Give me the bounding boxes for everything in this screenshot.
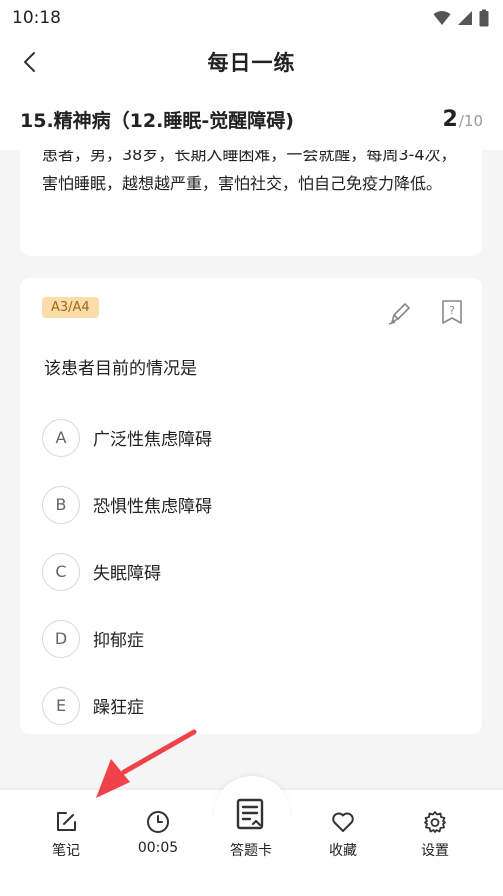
- option-text: 广泛性焦虑障碍: [93, 430, 212, 450]
- chapter-title: 15.精神病（12.睡眠-觉醒障碍): [20, 109, 294, 132]
- option-letter: E: [42, 686, 80, 725]
- option-text: 躁狂症: [93, 698, 144, 718]
- case-card: 患者，男，38岁，长期入睡困难，一会就醒，每周3-4次，害怕睡眠，越想越严重，害…: [20, 150, 482, 256]
- question-type-badge: A3/A4: [42, 297, 99, 318]
- option-letter: C: [42, 552, 80, 591]
- timer-button[interactable]: 00:05: [118, 810, 198, 856]
- note-button[interactable]: 笔记: [26, 810, 106, 860]
- option-text: 抑郁症: [93, 631, 144, 651]
- options-list: A 广泛性焦虑障碍 B 恐惧性焦虑障碍 C 失眠障碍 D 抑郁症 E 躁狂症: [42, 404, 462, 739]
- page-title: 每日一练: [207, 51, 296, 75]
- option-b[interactable]: B 恐惧性焦虑障碍: [42, 471, 462, 538]
- question-tools: ?: [386, 298, 466, 326]
- progress-current: 2: [442, 106, 458, 132]
- option-c[interactable]: C 失眠障碍: [42, 538, 462, 605]
- question-progress: 2 /10: [443, 107, 483, 132]
- answer-sheet-icon: [236, 798, 264, 830]
- annotate-button[interactable]: [386, 298, 414, 326]
- option-letter: B: [42, 485, 80, 524]
- battery-icon: [479, 9, 489, 27]
- status-time: 10:18: [12, 8, 61, 28]
- option-letter: D: [42, 619, 80, 658]
- edit-note-icon: [57, 812, 76, 831]
- settings-button[interactable]: 设置: [395, 810, 475, 860]
- option-letter: A: [42, 418, 80, 457]
- case-description: 患者，男，38岁，长期入睡困难，一会就醒，每周3-4次，害怕睡眠，越想越严重，害…: [42, 150, 457, 193]
- svg-text:?: ?: [449, 304, 455, 317]
- favorite-button[interactable]: 收藏: [303, 810, 383, 860]
- progress-total: /10: [458, 111, 483, 130]
- option-e[interactable]: E 躁狂症: [42, 672, 462, 739]
- status-icons: [433, 9, 489, 27]
- option-d[interactable]: D 抑郁症: [42, 605, 462, 672]
- favorite-label: 收藏: [329, 843, 357, 859]
- answer-card-label: 答题卡: [230, 843, 272, 859]
- note-label: 笔记: [52, 843, 80, 859]
- answer-card-button[interactable]: 答题卡: [211, 798, 291, 860]
- timer-label: 00:05: [137, 840, 179, 856]
- status-bar: 10:18: [0, 0, 503, 36]
- chevron-left-icon: [24, 52, 35, 72]
- question-bookmark-icon: ?: [442, 300, 462, 324]
- back-button[interactable]: [14, 46, 46, 78]
- gear-icon: [424, 811, 446, 833]
- option-text: 恐惧性焦虑障碍: [93, 497, 212, 517]
- heart-icon: [332, 812, 354, 832]
- option-text: 失眠障碍: [93, 564, 161, 584]
- pencil-icon: [388, 303, 410, 325]
- question-stem: 该患者目前的情况是: [44, 359, 197, 379]
- report-error-button[interactable]: ?: [438, 298, 466, 326]
- signal-icon: [458, 11, 472, 25]
- wifi-icon: [433, 11, 451, 25]
- option-a[interactable]: A 广泛性焦虑障碍: [42, 404, 462, 471]
- question-card: A3/A4 ? 该患者目前的情况是 A 广泛性焦虑障碍 B 恐惧性焦虑障碍 C …: [20, 278, 482, 734]
- section-header: 15.精神病（12.睡眠-觉醒障碍) 2 /10: [0, 88, 503, 150]
- clock-icon: [147, 811, 169, 833]
- nav-bar: 每日一练: [0, 36, 503, 88]
- settings-label: 设置: [421, 843, 449, 859]
